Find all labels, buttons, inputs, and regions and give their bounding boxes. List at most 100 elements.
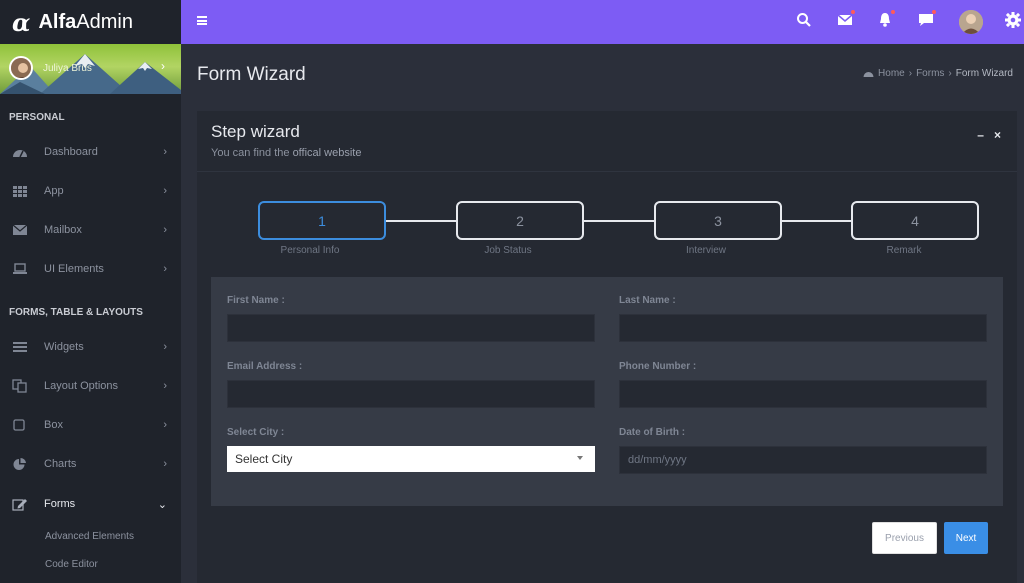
topbar [181,0,1024,44]
user-name: Juliya Brus [43,63,92,74]
step-1-button[interactable]: 1 [258,201,386,240]
step-4-label: Remark [886,245,922,256]
sidebar: α Alfa Admin Juliya Brus › PERSONAL Dash… [0,0,181,583]
last-name-input[interactable] [619,314,987,342]
search-icon[interactable] [795,11,813,29]
edit-icon [12,499,27,511]
brand-name-bold: Alfa [38,10,77,33]
chevron-right-icon: › [163,146,167,158]
card-divider [197,171,1017,172]
submenu-advanced-elements[interactable]: Advanced Elements [45,531,134,542]
gear-icon[interactable] [1004,11,1022,29]
user-panel[interactable]: Juliya Brus › [0,44,181,94]
phone-input[interactable] [619,380,987,408]
email-input[interactable] [227,380,595,408]
city-select[interactable]: Select City [227,446,595,472]
card-subtitle: You can find the offical website [211,147,361,159]
close-icon[interactable]: × [994,128,1001,142]
chevron-right-icon: › [163,224,167,236]
phone-label: Phone Number : [619,361,697,372]
step-connector [386,220,457,222]
caret-down-icon [577,456,583,460]
step-wizard-card: Step wizard You can find the offical web… [197,111,1017,583]
sidebar-item-ui-elements[interactable]: UI Elements › [0,259,181,279]
sidebar-item-label: App [44,185,64,197]
step-connector [780,220,851,222]
submenu-code-editor[interactable]: Code Editor [45,559,98,570]
sidebar-item-forms[interactable]: Forms ⌄ [0,494,181,514]
notification-dot [932,10,936,14]
chevron-right-icon: › [163,458,167,470]
step-3-button[interactable]: 3 [654,201,782,240]
envelope-icon [12,224,28,235]
sidebar-item-box[interactable]: Box › [0,415,181,435]
breadcrumb-forms[interactable]: Forms [916,68,944,79]
pie-chart-icon [13,457,26,470]
form-panel: First Name : Last Name : Email Address :… [211,277,1003,506]
sidebar-item-charts[interactable]: Charts › [0,454,181,474]
bars-icon [13,342,27,352]
official-website-link[interactable]: offical website [293,147,362,159]
chevron-right-icon: › [163,419,167,431]
sidebar-item-layout-options[interactable]: Layout Options › [0,376,181,396]
last-name-label: Last Name : [619,295,676,306]
card-title: Step wizard [211,122,300,141]
breadcrumb-separator: › [948,68,952,79]
page-title: Form Wizard [197,64,306,85]
chevron-down-icon: ⌄ [157,498,167,511]
hamburger-menu-icon[interactable] [197,16,207,25]
breadcrumb: Home › Forms › Form Wizard [863,68,1013,79]
sidebar-item-label: Layout Options [44,380,118,392]
next-button[interactable]: Next [944,522,988,554]
step-2-button[interactable]: 2 [456,201,584,240]
sidebar-item-app[interactable]: App › [0,181,181,201]
step-2-label: Job Status [484,245,532,256]
first-name-label: First Name : [227,295,285,306]
sidebar-item-label: Widgets [44,341,84,353]
breadcrumb-current: Form Wizard [955,68,1013,79]
notification-dot [891,10,895,14]
dob-label: Date of Birth : [619,427,686,438]
dashboard-icon [13,150,27,158]
chevron-right-icon[interactable]: › [161,59,165,73]
step-3-label: Interview [685,245,726,256]
first-name-input[interactable] [227,314,595,342]
notification-dot [851,10,855,14]
chevron-right-icon: › [163,263,167,275]
breadcrumb-home[interactable]: Home [878,68,905,79]
dashboard-icon [863,72,874,77]
brand-logo[interactable]: α Alfa Admin [0,0,181,44]
city-select-value: Select City [235,452,293,466]
alpha-logo-icon: α [12,7,31,37]
sidebar-item-label: Forms [44,498,76,510]
sidebar-item-dashboard[interactable]: Dashboard › [0,142,181,162]
previous-button[interactable]: Previous [872,522,937,554]
chevron-right-icon: › [163,185,167,197]
card-tools: – × [977,128,1001,142]
user-avatar[interactable] [9,56,33,80]
sidebar-item-label: Dashboard [44,146,98,158]
chevron-right-icon: › [163,341,167,353]
grid-icon [13,186,27,197]
sidebar-item-label: Mailbox [44,224,82,236]
menu-section-forms: FORMS, TABLE & LAYOUTS [9,306,143,318]
menu-section-personal: PERSONAL [9,111,65,123]
dob-placeholder: dd/mm/yyyy [628,454,687,466]
laptop-icon [13,263,27,274]
sidebar-item-mailbox[interactable]: Mailbox › [0,220,181,240]
topbar-user-avatar[interactable] [959,10,983,34]
files-icon [12,379,27,393]
user-avatar-icon [959,10,983,34]
city-label: Select City : [227,427,285,438]
step-connector [583,220,654,222]
sidebar-item-widgets[interactable]: Widgets › [0,337,181,357]
dob-input[interactable]: dd/mm/yyyy [619,446,987,474]
step-4-button[interactable]: 4 [851,201,979,240]
card-subtitle-text: You can find the [211,147,290,159]
step-1-label: Personal Info [280,245,340,256]
square-icon [13,419,25,431]
sidebar-item-label: Charts [44,458,77,470]
minimize-icon[interactable]: – [977,128,984,142]
sidebar-item-label: UI Elements [44,263,104,275]
chevron-right-icon: › [163,380,167,392]
